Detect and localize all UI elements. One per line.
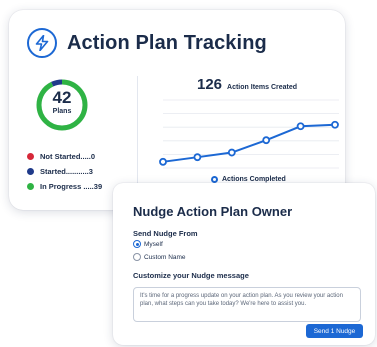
lightning-bolt-icon bbox=[27, 28, 57, 58]
status-in-progress: In Progress .....39 bbox=[27, 179, 102, 194]
status-not-started: Not Started.....0 bbox=[27, 149, 102, 164]
action-plan-tracking-card: Action Plan Tracking 42 Plans Not Starte… bbox=[9, 10, 345, 210]
series-line-actions-completed bbox=[162, 123, 336, 163]
data-point bbox=[193, 153, 202, 162]
started-dot-icon bbox=[27, 168, 34, 175]
page-title: Action Plan Tracking bbox=[67, 31, 267, 54]
radio-label: Myself bbox=[144, 240, 163, 248]
chart-header: 126 Action Items Created bbox=[197, 76, 297, 93]
plans-label: Plans bbox=[52, 108, 72, 115]
radio-label: Custom Name bbox=[144, 253, 186, 261]
status-label: Not Started.....0 bbox=[40, 152, 96, 161]
legend-marker-icon bbox=[211, 176, 218, 183]
radio-myself[interactable]: Myself bbox=[133, 240, 163, 248]
radio-unchecked-icon[interactable] bbox=[133, 253, 141, 261]
in-progress-dot-icon bbox=[27, 183, 34, 190]
radio-custom-name[interactable]: Custom Name bbox=[133, 253, 186, 261]
data-point bbox=[159, 157, 167, 166]
dialog-title: Nudge Action Plan Owner bbox=[133, 204, 293, 219]
data-point bbox=[262, 136, 271, 145]
radio-checked-icon[interactable] bbox=[133, 240, 141, 248]
send-nudge-button[interactable]: Send 1 Nudge bbox=[306, 324, 363, 338]
divider bbox=[137, 76, 138, 188]
customize-label: Customize your Nudge message bbox=[133, 271, 249, 280]
legend-label: Actions Completed bbox=[222, 176, 286, 183]
nudge-message-field[interactable]: It's time for a progress update on your … bbox=[133, 287, 361, 322]
status-started: Started...........3 bbox=[27, 164, 102, 179]
data-point bbox=[296, 122, 305, 131]
items-created-count: 126 bbox=[197, 76, 223, 93]
chart-legend: Actions Completed bbox=[211, 176, 286, 183]
send-from-label: Send Nudge From bbox=[133, 229, 198, 238]
status-label: Started...........3 bbox=[40, 167, 93, 176]
data-point bbox=[227, 148, 236, 157]
card-header: Action Plan Tracking bbox=[27, 28, 267, 58]
items-created-label: Action Items Created bbox=[227, 84, 298, 91]
status-legend: Not Started.....0 Started...........3 In… bbox=[27, 149, 102, 194]
nudge-dialog: Nudge Action Plan Owner Send Nudge From … bbox=[113, 183, 375, 345]
status-label: In Progress .....39 bbox=[40, 182, 103, 191]
donut-center: 42 Plans bbox=[35, 88, 89, 116]
actions-completed-line-chart bbox=[159, 99, 339, 169]
not-started-dot-icon bbox=[27, 153, 34, 160]
data-point bbox=[331, 120, 339, 129]
plans-total: 42 bbox=[52, 88, 72, 107]
